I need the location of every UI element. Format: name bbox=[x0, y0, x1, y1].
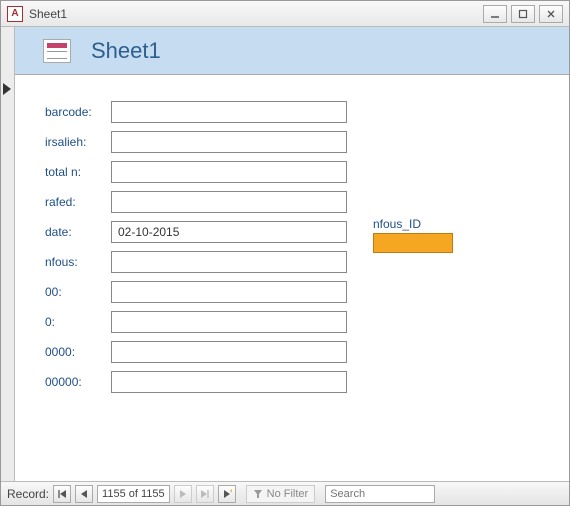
field-label: rafed: bbox=[45, 195, 111, 209]
date-field[interactable]: 02-10-2015 bbox=[111, 221, 347, 243]
current-record-marker-icon bbox=[3, 83, 11, 95]
prev-record-button[interactable] bbox=[75, 485, 93, 503]
field-00000[interactable] bbox=[111, 371, 347, 393]
nfous-id-label: nfous_ID bbox=[373, 217, 453, 231]
form-body: barcode: irsalieh: total n: rafed: date:… bbox=[15, 75, 569, 481]
filter-label: No Filter bbox=[267, 488, 309, 500]
field-row-rafed: rafed: bbox=[45, 187, 569, 217]
form-header: Sheet1 bbox=[15, 27, 569, 75]
total-n-field[interactable] bbox=[111, 161, 347, 183]
record-selector-gutter[interactable] bbox=[1, 27, 15, 481]
field-row-00000: 00000: bbox=[45, 367, 569, 397]
next-record-button[interactable] bbox=[174, 485, 192, 503]
record-position[interactable]: 1155 of 1155 bbox=[97, 485, 170, 503]
window-titlebar: A Sheet1 bbox=[1, 1, 569, 27]
record-navigation-bar: Record: 1155 of 1155 ✦ No Filter bbox=[1, 481, 569, 505]
field-0000[interactable] bbox=[111, 341, 347, 363]
field-label: 00: bbox=[45, 285, 111, 299]
window-title: Sheet1 bbox=[29, 7, 67, 21]
funnel-icon bbox=[253, 489, 263, 499]
field-row-nfous: nfous: bbox=[45, 247, 569, 277]
app-icon: A bbox=[7, 6, 23, 22]
form-area: Sheet1 barcode: irsalieh: total n: rafed… bbox=[1, 27, 569, 481]
field-row-00: 00: bbox=[45, 277, 569, 307]
first-record-button[interactable] bbox=[53, 485, 71, 503]
maximize-button[interactable] bbox=[511, 5, 535, 23]
nfous-field[interactable] bbox=[111, 251, 347, 273]
field-0[interactable] bbox=[111, 311, 347, 333]
field-label: total n: bbox=[45, 165, 111, 179]
field-label: irsalieh: bbox=[45, 135, 111, 149]
irsalieh-field[interactable] bbox=[111, 131, 347, 153]
field-row-0: 0: bbox=[45, 307, 569, 337]
field-label: nfous: bbox=[45, 255, 111, 269]
minimize-button[interactable] bbox=[483, 5, 507, 23]
field-label: date: bbox=[45, 225, 111, 239]
field-row-date: date: 02-10-2015 bbox=[45, 217, 569, 247]
field-row-0000: 0000: bbox=[45, 337, 569, 367]
last-record-button[interactable] bbox=[196, 485, 214, 503]
rafed-field[interactable] bbox=[111, 191, 347, 213]
field-row-total-n: total n: bbox=[45, 157, 569, 187]
nfous-id-field[interactable] bbox=[373, 233, 453, 253]
record-label: Record: bbox=[7, 487, 49, 501]
close-button[interactable] bbox=[539, 5, 563, 23]
field-label: 00000: bbox=[45, 375, 111, 389]
barcode-field[interactable] bbox=[111, 101, 347, 123]
field-00[interactable] bbox=[111, 281, 347, 303]
field-label: barcode: bbox=[45, 105, 111, 119]
svg-text:✦: ✦ bbox=[229, 489, 232, 495]
nfous-id-box: nfous_ID bbox=[373, 217, 453, 253]
form-title: Sheet1 bbox=[91, 38, 161, 64]
field-label: 0: bbox=[45, 315, 111, 329]
new-record-button[interactable]: ✦ bbox=[218, 485, 236, 503]
form-icon bbox=[43, 39, 71, 63]
field-row-barcode: barcode: bbox=[45, 97, 569, 127]
search-input[interactable] bbox=[325, 485, 435, 503]
field-label: 0000: bbox=[45, 345, 111, 359]
filter-indicator[interactable]: No Filter bbox=[246, 485, 316, 503]
field-row-irsalieh: irsalieh: bbox=[45, 127, 569, 157]
